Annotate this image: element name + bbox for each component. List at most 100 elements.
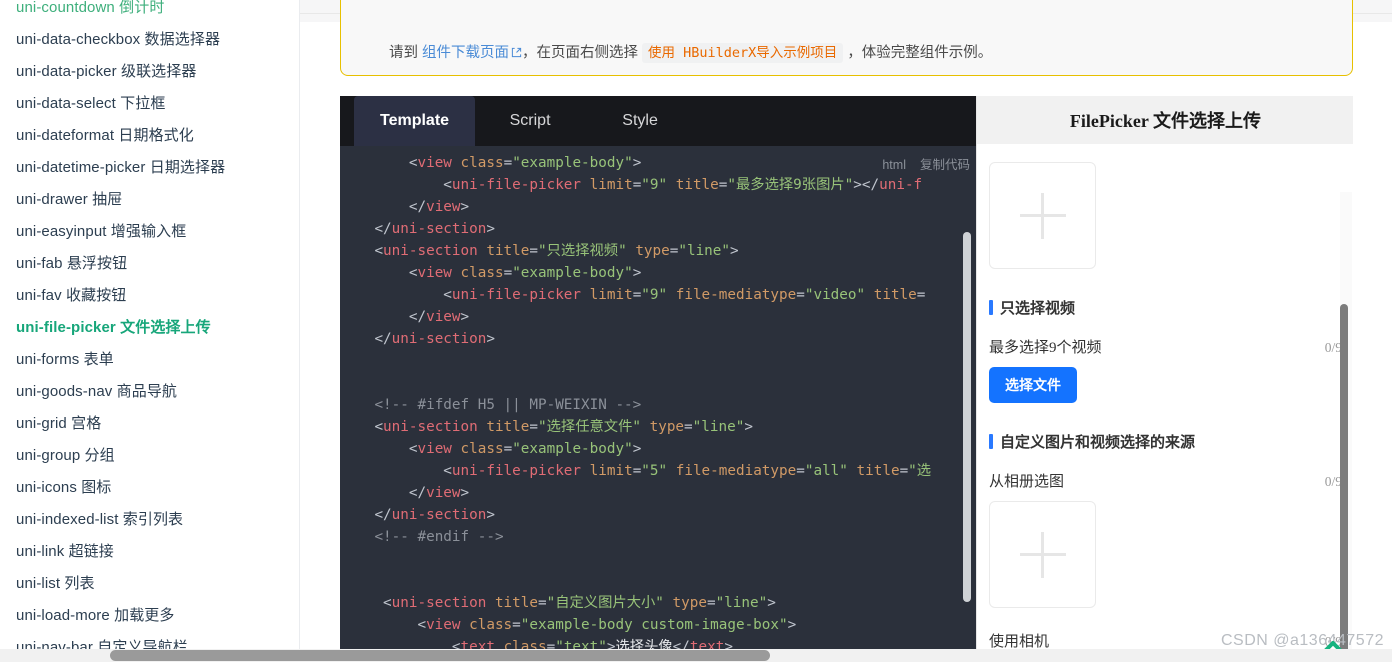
code-token: = (632, 287, 642, 303)
docs-sidebar: uni-countdown 倒计时 uni-data-checkbox 数据选择器… (0, 0, 300, 662)
preview-body[interactable]: 只选择视频 最多选择9个视频 0/9 选择文件 自定义图片和视频选择的来源 从相册选图 0/… (977, 144, 1353, 662)
code-token: > (632, 441, 642, 457)
code-line: </uni-section> (340, 218, 976, 240)
code-language-label: html (882, 158, 906, 172)
code-token: uni-file-picker (451, 463, 582, 479)
code-token: "line" (715, 595, 768, 611)
sidebar-item-2[interactable]: uni-data-picker 级联选择器 (0, 56, 299, 88)
code-token: title (494, 595, 538, 611)
code-viewport[interactable]: html 复制代码 <view class="example-body"> <un… (340, 146, 976, 662)
preview-vertical-scrollbar[interactable] (1340, 304, 1348, 662)
code-token: = (503, 155, 513, 171)
code-vertical-scrollbar[interactable] (963, 232, 971, 602)
code-line: <uni-file-picker limit="9" title="最多选择9张… (340, 174, 976, 196)
code-token: limit (589, 463, 633, 479)
code-token: <!-- #endif --> (374, 529, 504, 545)
section-heading-label: 只选择视频 (1000, 301, 1076, 317)
sidebar-item-18[interactable]: uni-list 列表 (0, 568, 299, 600)
sidebar-item-3[interactable]: uni-data-select 下拉框 (0, 88, 299, 120)
code-token: uni-section (391, 221, 487, 237)
preview-row: 从相册选图 0/9 (989, 470, 1342, 491)
tip-callout-box: 请到 组件下载页面 ，在页面右侧选择 使用 HBuilderX导入示例项目 ，体验完… (340, 0, 1353, 76)
code-token: </ (861, 177, 880, 193)
code-token: "9" (641, 177, 668, 193)
page-horizontal-scrollbar[interactable] (0, 649, 1392, 662)
code-token: title (486, 419, 530, 435)
copy-code-button[interactable]: 复制代码 (920, 158, 970, 172)
sidebar-item-16[interactable]: uni-indexed-list 索引列表 (0, 504, 299, 536)
code-token: < (443, 177, 452, 193)
preview-section-heading: 自定义图片和视频选择的来源 (989, 431, 1342, 452)
tip-text-line: 请到 组件下载页面 ，在页面右侧选择 使用 HBuilderX导入示例项目 ，体验完… (389, 43, 992, 64)
sidebar-item-5[interactable]: uni-datetime-picker 日期选择器 (0, 152, 299, 184)
sidebar-item-12[interactable]: uni-goods-nav 商品导航 (0, 376, 299, 408)
section-accent-bar (989, 434, 993, 449)
sidebar-item-13[interactable]: uni-grid 宫格 (0, 408, 299, 440)
tab-template[interactable]: Template (354, 96, 476, 146)
sidebar-item-8[interactable]: uni-fab 悬浮按钮 (0, 248, 299, 280)
component-download-link[interactable]: 组件下载页面 (422, 45, 509, 61)
code-token: = (503, 265, 513, 281)
sidebar-item-9[interactable]: uni-fav 收藏按钮 (0, 280, 299, 312)
code-token: > (744, 419, 753, 435)
code-token: > (486, 507, 495, 523)
code-token: class (460, 441, 504, 457)
sidebar-item-4[interactable]: uni-dateformat 日期格式化 (0, 120, 299, 152)
code-token: uni-section (383, 419, 478, 435)
sidebar-item-17[interactable]: uni-link 超链接 (0, 536, 299, 568)
code-token: title (675, 177, 719, 193)
code-line: <view class="example-body"> (340, 152, 976, 174)
code-meta: html 复制代码 (882, 154, 970, 173)
page-root: uni-countdown 倒计时 uni-data-checkbox 数据选择器… (0, 0, 1392, 662)
sidebar-item-6[interactable]: uni-drawer 抽屉 (0, 184, 299, 216)
code-line: <view class="example-body custom-image-b… (340, 614, 976, 636)
code-token: "all" (804, 463, 848, 479)
sidebar-item-0[interactable]: uni-countdown 倒计时 (0, 0, 299, 24)
choose-file-button[interactable]: 选择文件 (989, 367, 1077, 403)
preview-row-label: 从相册选图 (989, 474, 1065, 490)
tab-style[interactable]: Style (585, 96, 695, 146)
sidebar-item-list: uni-countdown 倒计时 uni-data-checkbox 数据选择器… (0, 0, 299, 662)
code-token: = (796, 463, 805, 479)
page-horizontal-scrollbar-thumb[interactable] (110, 650, 770, 661)
code-token: > (787, 617, 797, 633)
sidebar-item-11[interactable]: uni-forms 表单 (0, 344, 299, 376)
add-image-box[interactable] (989, 501, 1096, 608)
preview-row: 使用相机 0/9 (989, 630, 1342, 651)
preview-scroll-track[interactable] (1340, 192, 1352, 662)
add-image-box[interactable] (989, 162, 1096, 269)
sidebar-item-19[interactable]: uni-load-more 加载更多 (0, 600, 299, 632)
sidebar-scroll-track[interactable] (296, 0, 299, 662)
sidebar-item-7[interactable]: uni-easyinput 增强输入框 (0, 216, 299, 248)
code-line: <!-- #endif --> (340, 526, 976, 548)
sidebar-item-1[interactable]: uni-data-checkbox 数据选择器 (0, 24, 299, 56)
sidebar-item-10[interactable]: uni-file-picker 文件选择上传 (0, 312, 299, 344)
code-token: = (538, 595, 547, 611)
code-token: file-mediatype (675, 287, 797, 303)
sidebar-item-14[interactable]: uni-group 分组 (0, 440, 299, 472)
tab-script[interactable]: Script (475, 96, 585, 146)
code-token: "line" (692, 419, 745, 435)
sidebar-item-15[interactable]: uni-icons 图标 (0, 472, 299, 504)
code-line: <uni-section title="选择任意文件" type="line"> (340, 416, 976, 438)
code-token: </ (408, 199, 427, 215)
code-token: uni-f (879, 177, 923, 193)
code-token: < (443, 287, 452, 303)
code-token: "只选择视频" (538, 243, 627, 259)
code-token: < (443, 463, 452, 479)
